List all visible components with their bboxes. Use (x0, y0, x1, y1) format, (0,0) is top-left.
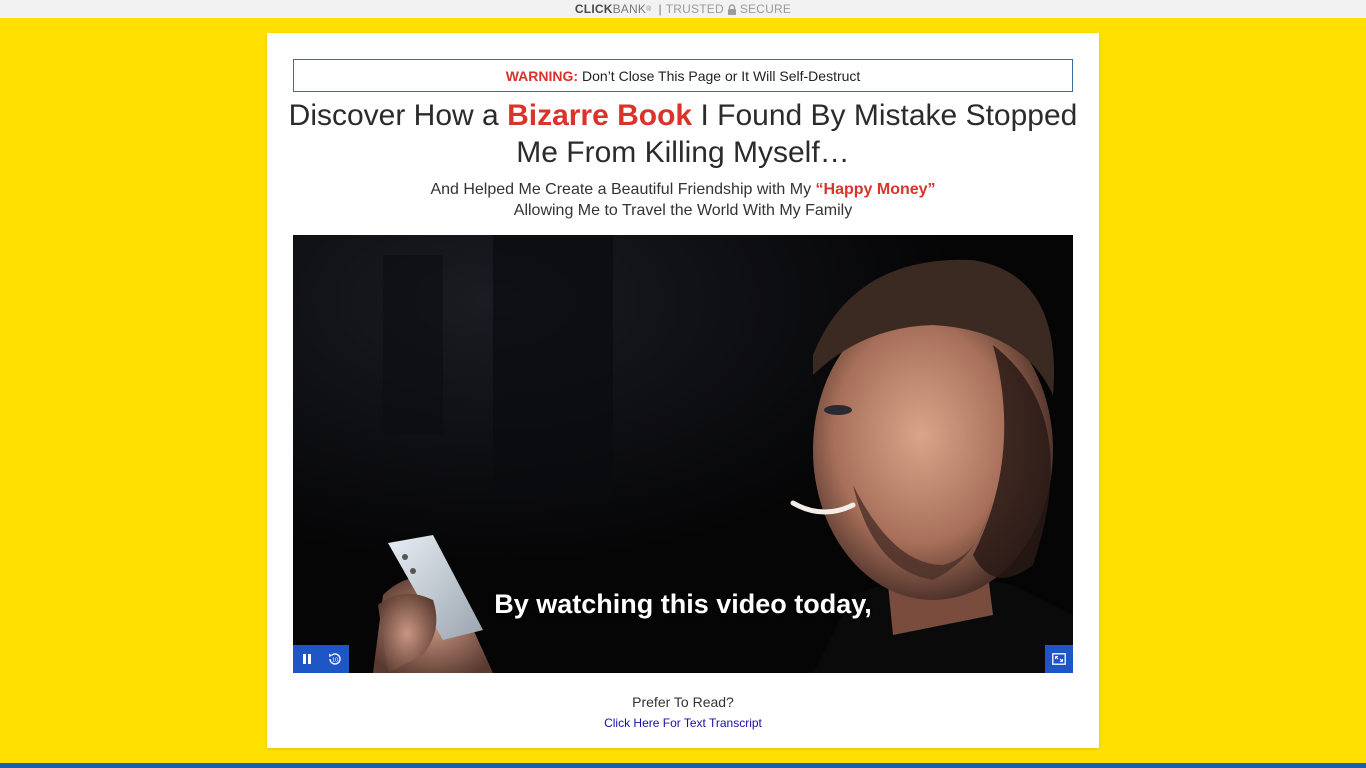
prefer-to-read-text: Prefer To Read? (632, 694, 734, 710)
fullscreen-button[interactable] (1045, 645, 1073, 673)
sales-card: WARNING: Don’t Close This Page or It Wil… (267, 33, 1099, 748)
replay-10-icon: 10 (327, 651, 343, 667)
lock-icon (727, 3, 737, 15)
page-subheadline: And Helped Me Create a Beautiful Friends… (287, 179, 1079, 221)
pause-button[interactable] (293, 645, 321, 673)
headline-highlight: Bizarre Book (507, 99, 693, 132)
registered-mark: ® (646, 5, 652, 13)
warning-banner: WARNING: Don’t Close This Page or It Wil… (293, 59, 1073, 92)
trust-badge-bar: CLICK BANK ® | TRUSTED SECURE (0, 0, 1366, 18)
secure-label: SECURE (739, 2, 792, 16)
clickbank-logo-click: CLICK (574, 2, 613, 16)
pause-icon (301, 653, 313, 665)
trusted-label: TRUSTED (665, 2, 724, 16)
video-player[interactable]: By watching this video today, 10 (293, 235, 1073, 673)
fullscreen-icon (1052, 653, 1066, 665)
subhead-line2: Allowing Me to Travel the World With My … (513, 202, 853, 219)
replay-10-button[interactable]: 10 (321, 645, 349, 673)
video-caption: By watching this video today, (494, 589, 872, 619)
badge-separator: | (658, 2, 662, 16)
warning-text: Don’t Close This Page or It Will Self-De… (582, 67, 861, 84)
headline-part1: Discover How a (288, 99, 499, 132)
text-transcript-link[interactable]: Click Here For Text Transcript (267, 716, 1099, 730)
page-headline: Discover How a Bizarre Book I Found By M… (287, 97, 1079, 171)
bottom-accent-bar (0, 763, 1366, 768)
subhead-line1-part1: And Helped Me Create a Beautiful Friends… (430, 181, 812, 198)
subhead-highlight: “Happy Money” (815, 181, 936, 198)
warning-label: WARNING: (505, 67, 579, 84)
clickbank-logo-bank: BANK (612, 2, 647, 16)
replay-10-label: 10 (332, 657, 338, 663)
